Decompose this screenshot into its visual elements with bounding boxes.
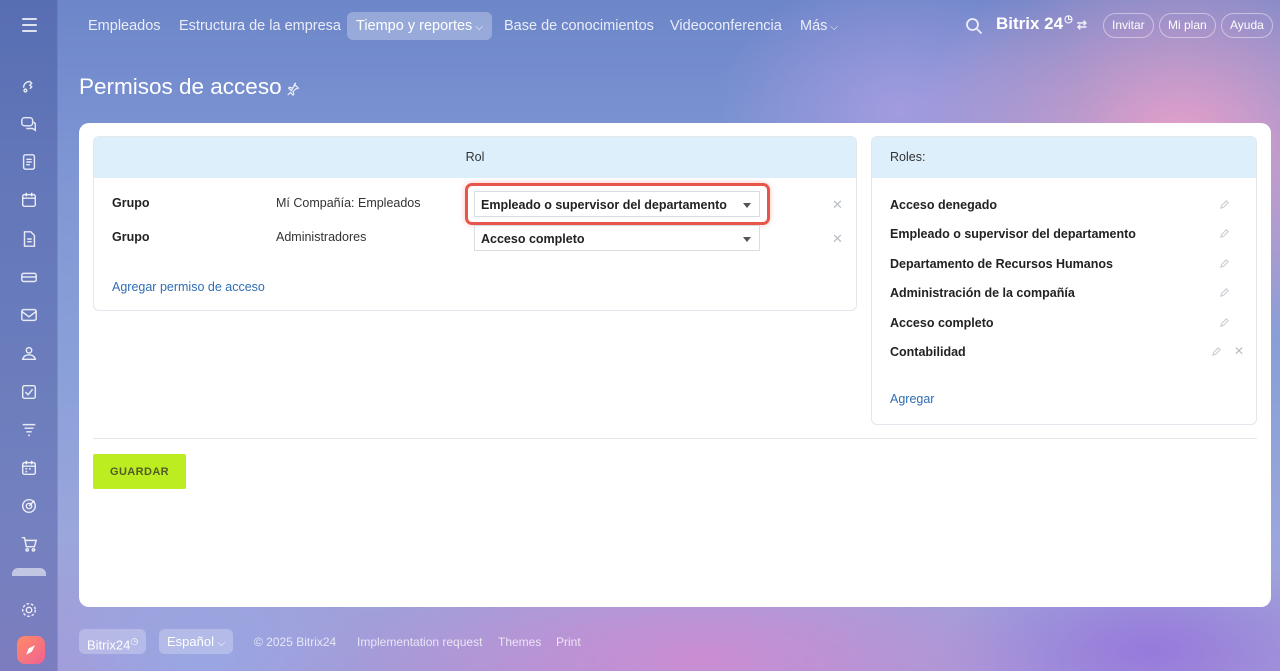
- nav-item-tiempo-reportes[interactable]: Tiempo y reportes ⌵: [347, 12, 492, 40]
- delete-icon[interactable]: ✕: [832, 197, 843, 213]
- clock-icon: ◷: [1064, 14, 1073, 26]
- cart-icon[interactable]: [14, 529, 44, 559]
- goals-icon[interactable]: [14, 491, 44, 521]
- language-select[interactable]: Español ⌵: [159, 629, 234, 654]
- edit-icon[interactable]: [1219, 258, 1230, 269]
- nav-item-mas[interactable]: Más ⌵: [791, 12, 847, 40]
- dropdown-caret-icon: [743, 237, 751, 242]
- print-link[interactable]: Print: [556, 635, 581, 649]
- add-access-permission-link[interactable]: Agregar permiso de acceso: [112, 280, 265, 294]
- role-item[interactable]: Acceso denegado: [890, 196, 1250, 216]
- page-title: Permisos de acceso: [79, 74, 282, 99]
- drive-icon[interactable]: [14, 262, 44, 292]
- nav-item-base-conocimientos[interactable]: Base de conocimientos: [495, 12, 663, 40]
- planner-icon[interactable]: [14, 453, 44, 483]
- add-role-link[interactable]: Agregar: [890, 392, 934, 406]
- nav-item-label: Más: [800, 18, 828, 34]
- roles-panel: Roles: Acceso denegado Empleado o superv…: [871, 136, 1257, 425]
- brand-logo[interactable]: Bitrix 24◷ ⇄: [996, 14, 1087, 34]
- role-item[interactable]: Departamento de Recursos Humanos: [890, 255, 1250, 275]
- my-plan-button[interactable]: Mi plan: [1159, 13, 1216, 38]
- role-select-value: Acceso completo: [481, 232, 585, 246]
- role-label: Empleado o supervisor del departamento: [890, 227, 1136, 241]
- role-label: Acceso completo: [890, 316, 994, 330]
- role-select[interactable]: Acceso completo: [474, 225, 760, 251]
- edit-icon[interactable]: [1219, 287, 1230, 298]
- access-permissions-panel: Rol Grupo Mí Compañía: Empleados Emplead…: [93, 136, 857, 311]
- permission-entity: Administradores: [276, 230, 367, 244]
- delete-icon[interactable]: ✕: [832, 231, 843, 247]
- help-button[interactable]: Ayuda: [1221, 13, 1273, 38]
- nav-item-label: Tiempo y reportes: [356, 18, 473, 34]
- clock-icon: ◷: [130, 636, 139, 646]
- feed-icon[interactable]: [14, 71, 44, 101]
- footer-brand-label: Bitrix24: [87, 637, 131, 653]
- menu-icon[interactable]: [16, 14, 42, 36]
- permissions-card: Rol Grupo Mí Compañía: Empleados Emplead…: [79, 123, 1271, 607]
- contacts-icon[interactable]: [14, 338, 44, 368]
- copilot-icon[interactable]: [17, 636, 45, 664]
- role-item[interactable]: Administración de la compañía: [890, 284, 1250, 304]
- role-item[interactable]: Contabilidad ✕: [890, 343, 1250, 363]
- invite-button[interactable]: Invitar: [1103, 13, 1154, 38]
- tasks-icon[interactable]: [14, 147, 44, 177]
- search-icon[interactable]: [964, 16, 984, 36]
- edit-icon[interactable]: [1219, 228, 1230, 239]
- edit-icon[interactable]: [1219, 199, 1230, 210]
- permission-entity: Mí Compañía: Empleados: [276, 196, 421, 210]
- brand-text: Bitrix 24: [996, 14, 1064, 33]
- sidebar-collapse-handle[interactable]: [12, 568, 46, 576]
- chevron-down-icon: ⌵: [217, 638, 226, 649]
- checklist-icon[interactable]: [14, 377, 44, 407]
- role-item[interactable]: Empleado o supervisor del departamento: [890, 225, 1250, 245]
- role-label: Administración de la compañía: [890, 286, 1075, 300]
- footer-brand-button[interactable]: Bitrix24◷: [79, 629, 147, 654]
- nav-item-estructura[interactable]: Estructura de la empresa: [170, 12, 350, 40]
- calendar-icon[interactable]: [14, 185, 44, 215]
- role-label: Contabilidad: [890, 345, 966, 359]
- delete-icon[interactable]: ✕: [1234, 344, 1244, 358]
- nav-item-videoconferencia[interactable]: Videoconferencia: [661, 12, 791, 40]
- settings-icon[interactable]: [14, 595, 44, 625]
- pin-icon[interactable]: [286, 82, 300, 96]
- save-button[interactable]: GUARDAR: [93, 454, 186, 489]
- panel-header: Rol: [94, 137, 856, 178]
- themes-link[interactable]: Themes: [498, 635, 541, 649]
- chevron-down-icon: ⌵: [475, 22, 483, 33]
- nav-item-empleados[interactable]: Empleados: [79, 12, 170, 40]
- edit-icon[interactable]: [1219, 317, 1230, 328]
- permission-type: Grupo: [112, 196, 150, 210]
- filter-icon[interactable]: [14, 415, 44, 445]
- role-label: Departamento de Recursos Humanos: [890, 257, 1113, 271]
- chat-icon[interactable]: [14, 109, 44, 139]
- panel-header: Roles:: [872, 137, 1256, 178]
- permission-row: Grupo Mí Compañía: Empleados Empleado o …: [94, 183, 856, 225]
- footer-copyright: © 2025 Bitrix24: [254, 635, 337, 649]
- role-item[interactable]: Acceso completo: [890, 314, 1250, 334]
- settings-toggle-icon[interactable]: ⇄: [1077, 18, 1087, 32]
- language-label: Español: [167, 634, 214, 649]
- chevron-down-icon: ⌵: [830, 22, 838, 33]
- divider: [93, 438, 1257, 439]
- left-sidebar: [0, 0, 58, 671]
- mail-icon[interactable]: [14, 300, 44, 330]
- highlight-annotation: [465, 183, 770, 225]
- implementation-request-link[interactable]: Implementation request: [357, 635, 482, 649]
- permission-type: Grupo: [112, 230, 150, 244]
- role-label: Acceso denegado: [890, 198, 997, 212]
- edit-icon[interactable]: [1211, 346, 1222, 357]
- top-navigation: Empleados Estructura de la empresa Tiemp…: [58, 0, 1280, 52]
- documents-icon[interactable]: [14, 224, 44, 254]
- permission-row: Grupo Administradores Acceso completo ✕: [94, 223, 856, 253]
